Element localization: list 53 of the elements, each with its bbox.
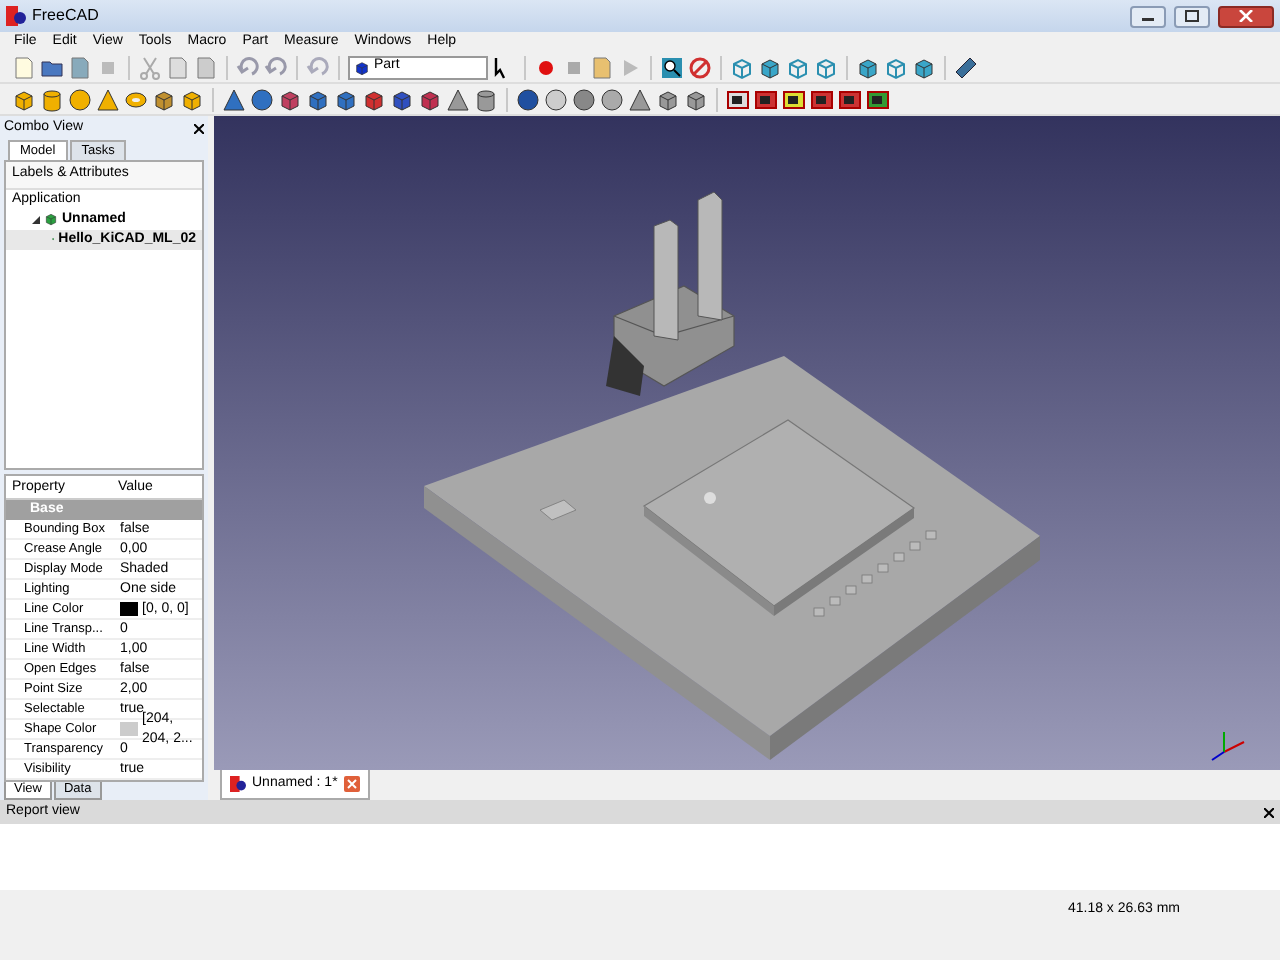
cube-icon bbox=[354, 59, 370, 75]
sphere-icon[interactable] bbox=[516, 87, 540, 111]
sphere-icon[interactable] bbox=[250, 87, 274, 111]
no-entry-icon[interactable] bbox=[688, 55, 712, 79]
cube-icon[interactable] bbox=[306, 87, 330, 111]
zoom-fit-icon[interactable] bbox=[660, 55, 684, 79]
cylinder-icon[interactable] bbox=[474, 87, 498, 111]
cube-icon[interactable] bbox=[334, 87, 358, 111]
sphere-icon[interactable] bbox=[544, 87, 568, 111]
sphere-icon[interactable] bbox=[572, 87, 596, 111]
wireframe-cube-icon[interactable] bbox=[884, 55, 908, 79]
record-icon[interactable] bbox=[534, 55, 558, 79]
minimize-button[interactable] bbox=[1130, 5, 1166, 27]
shaded-view-icon[interactable] bbox=[866, 87, 890, 111]
cube-icon[interactable] bbox=[12, 87, 36, 111]
cube-icon[interactable] bbox=[912, 55, 936, 79]
cube-icon[interactable] bbox=[758, 55, 782, 79]
cube-icon[interactable] bbox=[856, 55, 880, 79]
app-logo-icon bbox=[230, 776, 246, 792]
wireframe-cube-icon[interactable] bbox=[814, 55, 838, 79]
expand-arrow-icon[interactable] bbox=[32, 215, 40, 223]
cube-icon[interactable] bbox=[278, 87, 302, 111]
app-logo-icon bbox=[6, 6, 26, 26]
wireframe-cube-icon[interactable] bbox=[786, 55, 810, 79]
close-button[interactable] bbox=[1218, 5, 1274, 27]
close-icon bbox=[1238, 9, 1254, 22]
shaded-view-icon[interactable] bbox=[838, 87, 862, 111]
shaded-view-icon[interactable] bbox=[754, 87, 778, 111]
cone-icon[interactable] bbox=[96, 87, 120, 111]
wireframe-cube-icon[interactable] bbox=[730, 55, 754, 79]
cube-icon[interactable] bbox=[684, 87, 708, 111]
sphere-icon[interactable] bbox=[68, 87, 92, 111]
cube-icon[interactable] bbox=[656, 87, 680, 111]
shaded-view-icon[interactable] bbox=[782, 87, 806, 111]
axis-cross-icon bbox=[1211, 731, 1245, 761]
shaded-view-icon[interactable] bbox=[726, 87, 750, 111]
close-icon[interactable] bbox=[194, 123, 204, 133]
maximize-icon bbox=[1184, 9, 1200, 22]
cube-icon[interactable] bbox=[180, 87, 204, 111]
torus-icon[interactable] bbox=[124, 87, 148, 111]
cone-icon[interactable] bbox=[628, 87, 652, 111]
maximize-button[interactable] bbox=[1174, 5, 1210, 27]
cylinder-icon[interactable] bbox=[40, 87, 64, 111]
cube-icon[interactable] bbox=[362, 87, 386, 111]
close-icon[interactable] bbox=[1264, 807, 1274, 817]
window-title: FreeCAD bbox=[32, 4, 99, 28]
cone-icon[interactable] bbox=[446, 87, 470, 111]
cube-icon[interactable] bbox=[418, 87, 442, 111]
shaded-view-icon[interactable] bbox=[810, 87, 834, 111]
cube-icon[interactable] bbox=[152, 87, 176, 111]
cone-icon[interactable] bbox=[222, 87, 246, 111]
sphere-icon[interactable] bbox=[600, 87, 624, 111]
cube-icon[interactable] bbox=[390, 87, 414, 111]
